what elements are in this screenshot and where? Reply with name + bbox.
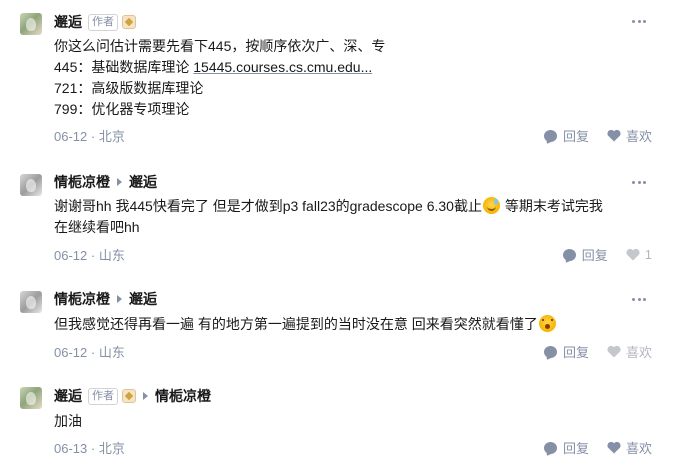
comment-line: 谢谢哥hh 我445快看完了 但是才做到p3 fall23的gradescope… — [54, 196, 603, 217]
comment-meta: 06-13 · 北京 — [54, 438, 125, 457]
avatar[interactable] — [20, 387, 42, 409]
comment-actions: 回复 喜欢 — [526, 342, 652, 361]
comment-content: 你这么问估计需要先看下445，按顺序依次广、深、专 445：基础数据库理论 15… — [54, 36, 385, 120]
comment-line: 799：优化器专项理论 — [54, 101, 190, 117]
more-dots-icon[interactable] — [632, 297, 646, 301]
comment-actions: 回复 喜欢 — [526, 126, 652, 145]
comment-header: 邂逅 作者 情栀凉橙 — [54, 386, 211, 406]
comment-line-text: 但我感觉还得再看一遍 有的地方第一遍提到的当时没在意 回来看突然就看懂了 — [54, 316, 538, 332]
comment-line: 445：基础数据库理论 15445.courses.cs.cmu.edu... — [54, 57, 385, 78]
comment-header: 情栀凉橙 邂逅 — [54, 172, 157, 192]
like-count: 1 — [644, 247, 652, 262]
comment-location: 山东 — [98, 345, 125, 360]
comment-bubble-icon — [543, 129, 557, 142]
reply-button[interactable]: 回复 — [543, 126, 589, 145]
like-button[interactable]: 喜欢 — [607, 438, 652, 457]
comment-location: 北京 — [98, 441, 125, 456]
like-label: 喜欢 — [625, 345, 652, 360]
triangle-right-icon — [143, 392, 148, 400]
like-button[interactable]: 1 — [626, 247, 652, 262]
reply-label: 回复 — [562, 129, 589, 144]
heart-icon — [626, 248, 640, 261]
reply-button[interactable]: 回复 — [543, 342, 589, 361]
avatar[interactable] — [20, 174, 42, 196]
meta-separator: · — [87, 129, 99, 144]
username[interactable]: 情栀凉橙 — [54, 172, 110, 192]
reply-label: 回复 — [562, 345, 589, 360]
creator-badge-icon — [122, 15, 136, 29]
course-link[interactable]: 15445.courses.cs.cmu.edu... — [193, 59, 372, 75]
heart-icon — [607, 441, 621, 454]
heart-icon — [607, 129, 621, 142]
meta-separator: · — [87, 345, 99, 360]
comment-bubble-icon — [543, 441, 557, 454]
comment-line-text: 谢谢哥hh 我445快看完了 但是才做到p3 fall23的gradescope… — [54, 198, 482, 214]
comment-content: 但我感觉还得再看一遍 有的地方第一遍提到的当时没在意 回来看突然就看懂了 — [54, 314, 557, 335]
comment-line-text: 等期末考试完我 — [500, 198, 603, 214]
comment-header: 邂逅 作者 — [54, 12, 136, 32]
meta-separator: · — [87, 248, 99, 263]
more-dots-icon[interactable] — [632, 19, 646, 23]
reply-button[interactable]: 回复 — [562, 245, 608, 264]
comment-meta: 06-12 · 北京 — [54, 126, 125, 145]
comment-meta: 06-12 · 山东 — [54, 342, 125, 361]
reply-label: 回复 — [581, 248, 608, 263]
username[interactable]: 邂逅 — [54, 386, 82, 406]
comment-actions: 回复 1 — [545, 245, 652, 264]
comment-content: 谢谢哥hh 我445快看完了 但是才做到p3 fall23的gradescope… — [54, 196, 603, 238]
comment-line: 你这么问估计需要先看下445，按顺序依次广、深、专 — [54, 38, 386, 54]
reply-to-username[interactable]: 邂逅 — [129, 289, 157, 309]
reply-label: 回复 — [562, 441, 589, 456]
username[interactable]: 邂逅 — [54, 12, 82, 32]
reply-to-username[interactable]: 邂逅 — [129, 172, 157, 192]
meta-separator: · — [87, 441, 99, 456]
avatar[interactable] — [20, 13, 42, 35]
comment-line: 721：高级版数据库理论 — [54, 80, 204, 96]
like-label: 喜欢 — [625, 441, 652, 456]
sweat-smile-emoji — [482, 197, 500, 214]
triangle-right-icon — [117, 178, 122, 186]
like-label: 喜欢 — [625, 129, 652, 144]
avatar[interactable] — [20, 291, 42, 313]
surprised-emoji — [538, 315, 556, 332]
reply-button[interactable]: 回复 — [543, 438, 589, 457]
comment-location: 北京 — [98, 129, 125, 144]
comment-line-text: 445：基础数据库理论 — [54, 59, 194, 75]
comment-date: 06-12 — [54, 345, 88, 360]
comment-bubble-icon — [562, 248, 576, 261]
reply-to-username[interactable]: 情栀凉橙 — [155, 386, 211, 406]
triangle-right-icon — [117, 295, 122, 303]
comment-line: 加油 — [54, 413, 82, 429]
comment-date: 06-13 — [54, 441, 88, 456]
comment-location: 山东 — [98, 248, 125, 263]
more-dots-icon[interactable] — [632, 180, 646, 184]
like-button[interactable]: 喜欢 — [607, 126, 652, 145]
author-tag: 作者 — [88, 13, 118, 31]
comment-date: 06-12 — [54, 129, 88, 144]
comment-bubble-icon — [543, 345, 557, 358]
creator-badge-icon — [122, 389, 136, 403]
comment-date: 06-12 — [54, 248, 88, 263]
comment-header: 情栀凉橙 邂逅 — [54, 289, 157, 309]
comment-actions: 回复 喜欢 — [526, 438, 652, 457]
heart-icon — [607, 345, 621, 358]
like-button[interactable]: 喜欢 — [607, 342, 652, 361]
author-tag: 作者 — [88, 387, 118, 405]
comment-content: 加油 — [54, 411, 82, 432]
username[interactable]: 情栀凉橙 — [54, 289, 110, 309]
comment-line: 在继续看吧hh — [54, 219, 140, 235]
comment-line: 但我感觉还得再看一遍 有的地方第一遍提到的当时没在意 回来看突然就看懂了 — [54, 314, 557, 335]
comment-meta: 06-12 · 山东 — [54, 245, 125, 264]
